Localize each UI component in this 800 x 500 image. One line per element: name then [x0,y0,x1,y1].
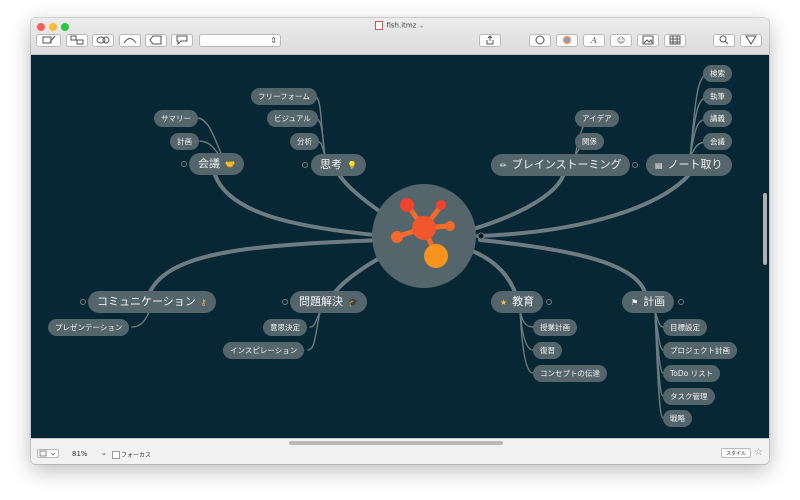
zoom-chevron-icon[interactable]: ⌄ [101,449,107,457]
branch-education[interactable]: ★ 教育 [491,291,544,313]
subtopic[interactable]: コンセプトの伝達 [533,365,607,382]
subtopic[interactable]: プレゼンテーション [48,319,130,336]
subtopic[interactable]: インスピレーション [223,342,305,359]
branch-meeting[interactable]: 会議 🤝 [189,153,244,175]
subtopic[interactable]: アイデア [575,110,619,127]
branch-thinking[interactable]: 思考 💡 [311,154,366,176]
branch-line-communication [148,238,382,294]
favorite-star-icon[interactable]: ☆ [754,447,763,458]
sidebar-icon [39,450,56,457]
notepad-icon: ▤ [655,161,663,170]
subtopic[interactable]: 意思決定 [263,319,307,336]
status-bar: 81% ⌄ フォーカス スタイル ☆ [31,438,769,464]
sidebar-toggle-button[interactable] [37,449,59,458]
subtopic[interactable]: ビジュアル [267,110,318,127]
style-button[interactable]: スタイル [721,448,751,458]
collapse-toggle[interactable] [546,299,552,305]
collapse-toggle[interactable] [302,162,308,168]
sub-line-inspiration [307,311,321,351]
flag-icon: ⚑ [631,298,639,307]
subtopic[interactable]: 講義 [703,110,732,127]
collapse-toggle[interactable] [282,299,288,305]
branch-line-notes [476,174,690,238]
zoom-level[interactable]: 81% [72,450,88,458]
branch-line-meeting [213,173,387,238]
subtopic[interactable]: ToDo リスト [663,365,721,382]
graduation-cap-icon: 🎓 [348,298,358,307]
subtopic[interactable]: サマリー [154,110,198,127]
subtopic[interactable]: 検索 [703,65,732,82]
branch-note-taking[interactable]: ▤ ノート取り [646,154,732,176]
subtopic[interactable]: 執筆 [703,88,732,105]
subtopic[interactable]: 戦略 [663,410,692,427]
branch-line-brainstorm [468,174,565,232]
collapse-toggle[interactable] [80,299,86,305]
subtopic[interactable]: 目標設定 [663,319,707,336]
pencil-icon: ✏ [500,161,507,170]
focus-checkbox[interactable] [112,451,120,459]
subtopic[interactable]: 計画 [170,133,199,150]
collapse-toggle[interactable] [678,299,684,305]
mindmap-layer: 会議 🤝 サマリー 計画 思考 💡 フリーフォーム ビジュアル 分析 ✏ ブレインスト… [31,18,769,464]
app-window: fish.itmz ⌄ ⇕ A ☺ 会議 🤝 サマリー 計画 思考 💡 フリーフ… [31,18,769,464]
lightbulb-icon: 💡 [347,161,357,170]
mindmap-canvas[interactable]: 会議 🤝 サマリー 計画 思考 💡 フリーフォーム ビジュアル 分析 ✏ ブレインスト… [31,55,769,438]
handshake-icon: 🤝 [225,160,235,169]
branch-problem-solving[interactable]: 問題解決 🎓 [290,291,367,313]
branch-line-planning [478,238,647,294]
subtopic[interactable]: フリーフォーム [251,88,317,105]
branch-line-education [468,248,517,294]
horizontal-scrollbar[interactable] [289,441,503,445]
vertical-scrollbar[interactable] [763,193,767,265]
focus-label: フォーカス [121,452,152,459]
subtopic[interactable]: プロジェクト計画 [663,342,737,359]
subtopic[interactable]: タスク管理 [663,388,715,405]
subtopic[interactable]: 授業計画 [533,319,577,336]
subtopic[interactable]: 会議 [703,133,732,150]
subtopic[interactable]: 関係 [575,133,604,150]
central-anchor-dot [477,232,485,240]
subtopic[interactable]: 復習 [533,342,562,359]
key-icon: ⚷ [200,298,207,307]
subtopic[interactable]: 分析 [290,133,319,150]
star-icon: ★ [500,298,508,307]
branch-brainstorming[interactable]: ✏ ブレインストーミング [491,154,631,176]
branch-communication[interactable]: コミュニケーション ⚷ [88,291,216,313]
branch-planning[interactable]: ⚑ 計画 [622,291,675,313]
branch-lines [131,73,709,419]
collapse-toggle[interactable] [632,162,638,168]
collapse-toggle[interactable] [181,161,187,167]
